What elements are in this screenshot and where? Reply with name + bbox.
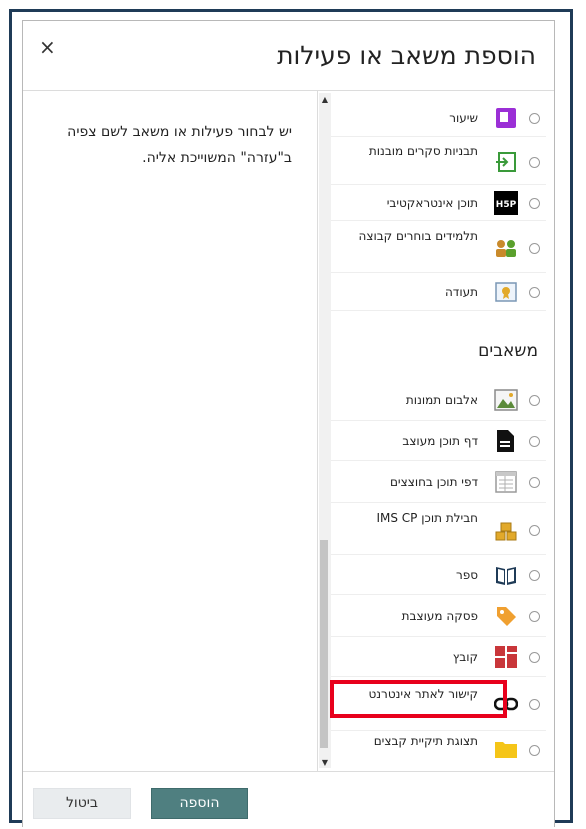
label-tag-icon	[497, 607, 516, 626]
certificate-icon	[495, 282, 517, 302]
module-item-url[interactable]: קישור לאתר אינטרנט	[331, 677, 546, 731]
folder-icon	[495, 742, 517, 758]
h5p-icon: H5P	[494, 191, 518, 215]
module-item-lesson[interactable]: שיעור	[331, 99, 546, 137]
add-button[interactable]: הוספה	[151, 788, 248, 819]
module-item-h5p[interactable]: H5P תוכן אינטראקטיבי	[331, 185, 546, 221]
tabbed-page-icon	[495, 471, 517, 493]
image-gallery-icon	[494, 389, 518, 411]
radio-image-gallery[interactable]	[529, 395, 540, 406]
module-label: דף תוכן מעוצב	[402, 434, 478, 448]
module-label: ספר	[455, 568, 478, 582]
module-item-ims-package[interactable]: חבילת תוכן IMS CP	[331, 503, 546, 555]
radio-label[interactable]	[529, 611, 540, 622]
url-link-icon	[494, 697, 518, 711]
module-label: קישור לאתר אינטרנט	[368, 687, 478, 701]
module-item-certificate[interactable]: תעודה	[331, 273, 546, 311]
add-activity-dialog: הוספת משאב או פעילות × יש לבחור פעילות א…	[22, 20, 555, 827]
page-icon	[497, 430, 514, 452]
radio-group-choice[interactable]	[529, 243, 540, 254]
list-scrollbar[interactable]: ▲ ▼	[319, 93, 331, 768]
radio-h5p[interactable]	[529, 198, 540, 209]
module-label: תעודה	[444, 285, 478, 299]
svg-text:H5P: H5P	[496, 200, 517, 210]
group-choice-icon	[496, 240, 516, 257]
module-item-page[interactable]: דף תוכן מעוצב	[331, 421, 546, 461]
module-item-tabbed-page[interactable]: דפי תוכן בחוצצים	[331, 461, 546, 503]
radio-book[interactable]	[529, 570, 540, 581]
dialog-title: הוספת משאב או פעילות	[277, 41, 536, 70]
dialog-header: הוספת משאב או פעילות ×	[23, 21, 554, 91]
ims-package-icon	[495, 522, 517, 541]
radio-url[interactable]	[529, 699, 540, 710]
radio-survey[interactable]	[529, 157, 540, 168]
module-item-image-gallery[interactable]: אלבום תמונות	[331, 379, 546, 421]
radio-tabbed-page[interactable]	[529, 477, 540, 488]
module-label: דפי תוכן בחוצצים	[389, 475, 478, 489]
scroll-down-icon[interactable]: ▼	[320, 758, 330, 768]
radio-certificate[interactable]	[529, 287, 540, 298]
module-label: פסקה מעוצבת	[401, 609, 478, 623]
survey-icon	[496, 152, 516, 172]
help-panel: יש לבחור פעילות או משאב לשם צפיה ב"עזרה"…	[23, 91, 318, 771]
radio-ims-package[interactable]	[529, 525, 540, 536]
file-icon	[495, 646, 517, 668]
book-icon	[496, 567, 516, 585]
module-item-survey[interactable]: תבניות סקרים מובנות	[331, 137, 546, 185]
radio-folder[interactable]	[529, 745, 540, 756]
module-label: שיעור	[449, 111, 478, 125]
module-item-file[interactable]: קובץ	[331, 637, 546, 677]
dialog-footer: הוספה ביטול	[23, 771, 554, 827]
module-item-folder[interactable]: תצוגת תיקיית קבצים	[331, 731, 546, 771]
module-label: חבילת תוכן IMS CP	[376, 511, 478, 525]
radio-page[interactable]	[529, 436, 540, 447]
module-label: אלבום תמונות	[405, 393, 478, 407]
module-item-group-choice[interactable]: תלמידים בוחרים קבוצה	[331, 221, 546, 273]
cancel-button[interactable]: ביטול	[33, 788, 131, 819]
scroll-thumb[interactable]	[320, 540, 328, 748]
close-icon[interactable]: ×	[39, 37, 56, 57]
module-item-label[interactable]: פסקה מעוצבת	[331, 595, 546, 637]
radio-lesson[interactable]	[529, 113, 540, 124]
module-label: תצוגת תיקיית קבצים	[373, 734, 478, 748]
help-text: יש לבחור פעילות או משאב לשם צפיה ב"עזרה"…	[67, 124, 292, 166]
module-label: קובץ	[452, 650, 478, 664]
module-label: תלמידים בוחרים קבוצה	[358, 229, 478, 243]
radio-file[interactable]	[529, 652, 540, 663]
lesson-icon	[496, 108, 516, 128]
module-item-book[interactable]: ספר	[331, 555, 546, 595]
module-label: תבניות סקרים מובנות	[368, 144, 478, 158]
module-list: שיעור תבניות סקרים מובנות H5P תוכן אינטר…	[331, 91, 556, 771]
module-label: תוכן אינטראקטיבי	[386, 196, 478, 210]
resources-section-heading: משאבים	[478, 341, 538, 361]
scroll-up-icon[interactable]: ▲	[320, 95, 330, 105]
